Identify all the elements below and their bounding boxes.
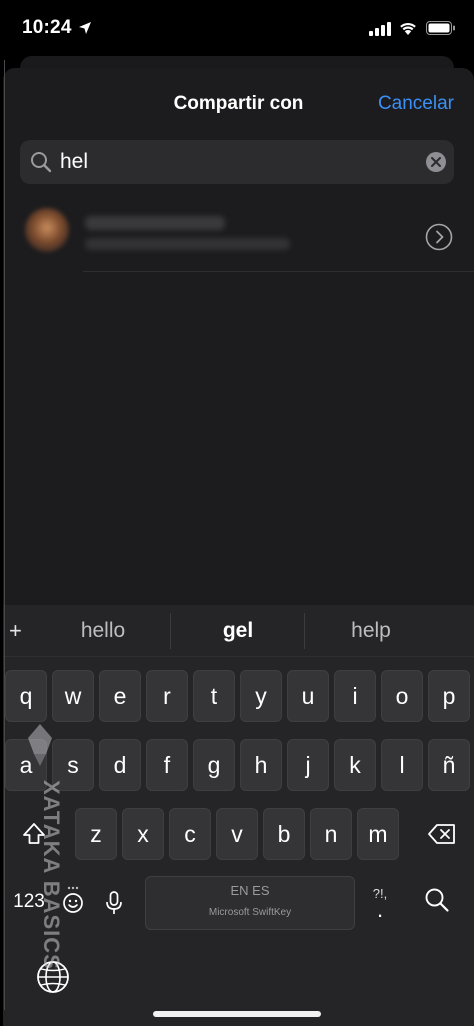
key-l[interactable]: l [381,739,423,791]
search-field[interactable] [20,140,454,184]
search-key[interactable] [417,877,457,929]
key-r[interactable]: r [146,670,188,722]
key-t[interactable]: t [193,670,235,722]
key-i[interactable]: i [334,670,376,722]
key-u[interactable]: u [287,670,329,722]
key-f[interactable]: f [146,739,188,791]
key-k[interactable]: k [334,739,376,791]
space-brand: Microsoft SwiftKey [208,907,292,918]
status-time: 10:24 [22,17,72,38]
key-x[interactable]: x [122,808,164,860]
keyboard: + hello gel help q w e r t y u i o p a s… [3,605,474,1026]
key-d[interactable]: d [99,739,141,791]
cellular-signal-icon [369,22,391,36]
key-m[interactable]: m [357,808,399,860]
blurred-contact-detail [85,238,290,250]
key-h[interactable]: h [240,739,282,791]
key-y[interactable]: y [240,670,282,722]
share-sheet: Compartir con Cancelar [3,68,474,608]
punctuation-sub: . [376,897,384,922]
punctuation-key[interactable]: ?!, . [363,877,397,929]
key-p[interactable]: p [428,670,470,722]
toolbar-plus-button[interactable]: + [9,618,22,644]
space-key[interactable]: EN ES Microsoft SwiftKey [145,876,355,930]
emoji-icon [63,886,83,913]
divider [170,613,171,649]
contact-result-row[interactable] [3,204,474,272]
status-bar: 10:24 [0,0,474,56]
microphone-key[interactable] [97,877,131,929]
home-indicator[interactable] [153,1011,321,1017]
key-g[interactable]: g [193,739,235,791]
xataka-logo-icon [28,724,52,766]
space-languages: EN ES [230,883,270,898]
battery-icon [426,21,455,35]
clear-search-button[interactable] [426,152,446,172]
suggestion-1[interactable]: hello [48,619,158,643]
close-icon [431,157,441,167]
key-b[interactable]: b [263,808,305,860]
search-input[interactable] [60,147,400,177]
key-n[interactable]: n [310,808,352,860]
suggestion-bar: + hello gel help [3,605,474,657]
suggestion-3[interactable]: help [316,619,426,643]
divider [304,613,305,649]
watermark-text: XATAKA BASICS [39,780,64,970]
wifi-icon [400,22,416,35]
suggestion-2[interactable]: gel [183,619,293,643]
search-icon [31,152,52,173]
avatar [25,208,69,252]
key-j[interactable]: j [287,739,329,791]
key-w[interactable]: w [52,670,94,722]
key-e[interactable]: e [99,670,141,722]
key-n-tilde[interactable]: ñ [428,739,470,791]
key-q[interactable]: q [5,670,47,722]
blurred-contact-name [85,216,225,230]
location-arrow-icon [79,22,91,34]
divider [83,271,474,272]
cancel-button[interactable]: Cancelar [378,93,454,115]
watermark-rail [4,60,5,1010]
watermark: XATAKA BASICS [14,720,64,1010]
key-z[interactable]: z [75,808,117,860]
key-c[interactable]: c [169,808,211,860]
backspace-key[interactable] [417,808,467,860]
search-icon [425,888,449,912]
backspace-icon [428,824,455,844]
key-o[interactable]: o [381,670,423,722]
chevron-right-circle-icon[interactable] [425,223,453,251]
key-v[interactable]: v [216,808,258,860]
microphone-icon [106,891,122,914]
